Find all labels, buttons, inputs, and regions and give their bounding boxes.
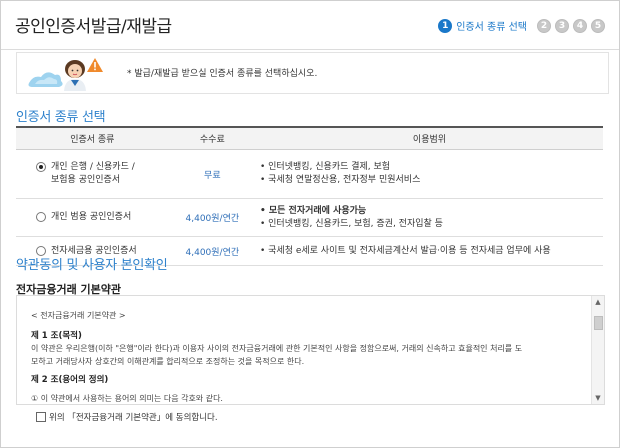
usage-line: • 모든 전자거래에 사용가능 xyxy=(259,205,367,216)
article-2-text: ① 이 약관에서 사용하는 용어의 의미는 다음 각호와 같다. xyxy=(31,394,223,403)
article-1-text: 이 약관은 우리은행(이하 "은행"이라 한다)과 이용자 사이의 전자금융거래… xyxy=(31,342,585,368)
cert-option-personal-bank[interactable]: 개인 은행 / 신용카드 / 보험용 공인인증서 xyxy=(36,161,168,187)
terms-scroll-box[interactable]: < 전자금융거래 기본약관 > 제 1 조(목적) 이 약관은 우리은행(이하 … xyxy=(16,295,605,405)
usage-line: • 인터넷뱅킹, 신용카드, 보험, 증권, 전자입찰 등 xyxy=(259,218,443,229)
cert-type-label: 보험용 공인인증서 xyxy=(51,175,121,185)
terms-agree-row[interactable]: 위의 「전자금융거래 기본약관」에 동의합니다. xyxy=(36,411,218,423)
table-row: 개인 은행 / 신용카드 / 보험용 공인인증서 무료 • 인터넷뱅킹, 신용카… xyxy=(16,149,603,199)
radio-button-selected[interactable] xyxy=(36,162,46,172)
usage-line: • 인터넷뱅킹, 신용카드 결제, 보험 xyxy=(259,162,391,172)
article-2-title: 제 2 조(용어의 정의) xyxy=(31,375,109,385)
usage-cell: • 국세청 e세로 사이트 및 전자세금계산서 발급·이용 등 전자세금 업무에… xyxy=(255,236,603,266)
step-indicator: 1 인증서 종류 선택 2 3 4 5 xyxy=(438,18,605,33)
column-header-usage: 이용범위 xyxy=(255,126,603,150)
cert-type-label: 개인 은행 / 신용카드 / xyxy=(51,162,135,172)
scroll-up-arrow-icon[interactable]: ▲ xyxy=(592,296,604,308)
terms-content: < 전자금융거래 기본약관 > 제 1 조(목적) 이 약관은 우리은행(이하 … xyxy=(17,296,591,404)
terms-scrollbar[interactable]: ▲ ▼ xyxy=(591,296,604,404)
article-1-line: 모하고 거래당사자 상호간의 이해관계를 합리적으로 조정하는 것을 목적으로 … xyxy=(31,357,305,366)
step-5-badge: 5 xyxy=(591,18,605,33)
column-header-type: 인증서 종류 xyxy=(16,126,169,150)
fee-cell: 4,400원/연간 xyxy=(168,236,256,266)
guide-character-illustration xyxy=(28,58,103,91)
cert-type-cell: 개인 은행 / 신용카드 / 보험용 공인인증서 xyxy=(16,149,169,199)
article-1-line: 이 약관은 우리은행(이하 "은행"이라 한다)과 이용자 사이의 전자금융거래… xyxy=(31,344,523,353)
step-1-label: 인증서 종류 선택 xyxy=(456,22,527,33)
step-4-badge: 4 xyxy=(573,18,587,33)
step-1-badge: 1 xyxy=(438,18,453,33)
table-header-row: 인증서 종류 수수료 이용범위 xyxy=(16,126,603,150)
article-1-title: 제 1 조(목적) xyxy=(31,331,82,341)
fee-cell: 4,400원/연간 xyxy=(168,198,256,237)
terms-agree-label[interactable]: 위의 「전자금융거래 기본약관」에 동의합니다. xyxy=(49,411,218,423)
usage-line: • 국세청 e세로 사이트 및 전자세금계산서 발급·이용 등 전자세금 업무에… xyxy=(259,245,551,256)
cert-type-cell: 개인 범용 공인인증서 xyxy=(16,198,169,237)
table-row: 개인 범용 공인인증서 4,400원/연간 • 모든 전자거래에 사용가능 • … xyxy=(16,198,603,237)
notice-box: * 발급/재발급 받으실 인증서 종류를 선택하십시오. xyxy=(16,52,609,94)
notice-text: * 발급/재발급 받으실 인증서 종류를 선택하십시오. xyxy=(127,69,318,79)
cert-type-label: 개인 범용 공인인증서 xyxy=(51,212,132,222)
step-3-badge: 3 xyxy=(555,18,569,33)
section-title-cert-type: 인증서 종류 선택 xyxy=(16,110,106,125)
page-title: 공인인증서발급/재발급 xyxy=(15,17,172,37)
step-2-badge: 2 xyxy=(537,18,551,33)
section-title-terms: 약관동의 및 사용자 본인확인 xyxy=(16,258,168,273)
usage-cell: • 모든 전자거래에 사용가능 • 인터넷뱅킹, 신용카드, 보험, 증권, 전… xyxy=(255,198,603,237)
usage-cell: • 인터넷뱅킹, 신용카드 결제, 보험 • 국세청 연말정산용, 전자정부 민… xyxy=(255,149,603,199)
scroll-thumb[interactable] xyxy=(594,316,603,330)
usage-line: • 국세청 연말정산용, 전자정부 민원서비스 xyxy=(259,175,421,185)
cert-type-table: 인증서 종류 수수료 이용범위 개인 은행 / 신용카드 / 보험용 공인인증서… xyxy=(16,126,603,266)
scroll-down-arrow-icon[interactable]: ▼ xyxy=(592,392,604,404)
radio-button[interactable] xyxy=(36,212,46,222)
page-header: 공인인증서발급/재발급 1 인증서 종류 선택 2 3 4 5 xyxy=(1,1,619,50)
page-frame: 공인인증서발급/재발급 1 인증서 종류 선택 2 3 4 5 * 발급/재발급… xyxy=(0,0,620,448)
column-header-fee: 수수료 xyxy=(168,126,256,150)
fee-cell: 무료 xyxy=(168,149,256,199)
terms-heading: < 전자금융거래 기본약관 > xyxy=(31,311,126,320)
terms-agree-checkbox[interactable] xyxy=(36,412,46,422)
cert-option-personal-general[interactable]: 개인 범용 공인인증서 xyxy=(36,211,168,224)
